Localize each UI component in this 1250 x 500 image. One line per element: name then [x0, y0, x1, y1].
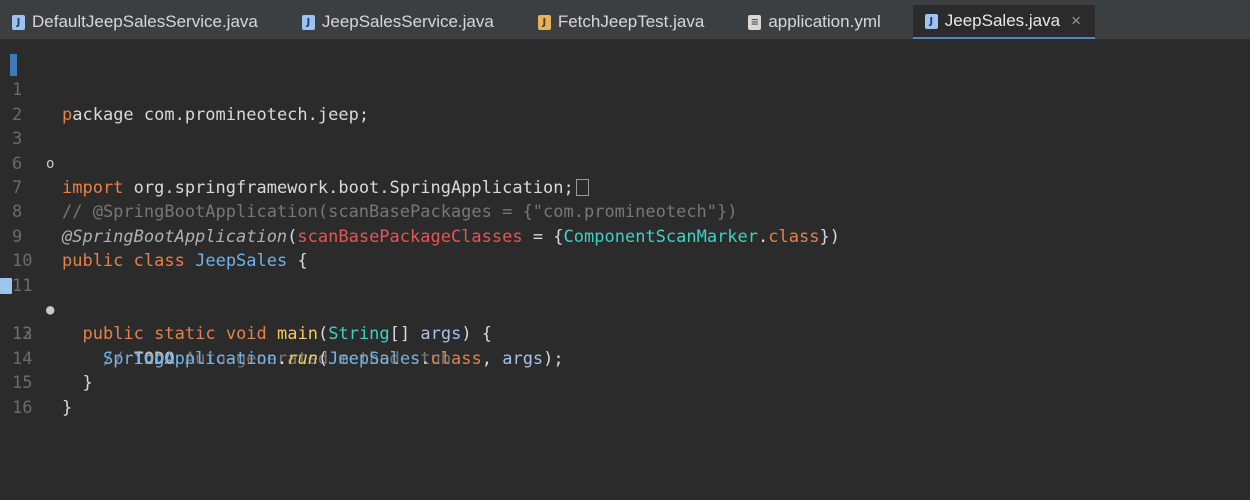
- code-line: 14 }: [0, 322, 1250, 393]
- code-line: 1 package com.promineotech.jeep;: [0, 54, 1250, 124]
- java-file-icon: J: [924, 13, 938, 29]
- tab-fetch-jeep-test[interactable]: J FetchJeepTest.java: [526, 5, 718, 39]
- close-icon[interactable]: ×: [1071, 11, 1081, 31]
- tab-jeep-sales-service[interactable]: J JeepSalesService.java: [290, 5, 508, 39]
- line-number: 16: [12, 397, 33, 418]
- editor-tab-bar: J DefaultJeepSalesService.java J JeepSal…: [0, 0, 1250, 40]
- tab-jeep-sales[interactable]: J JeepSales.java ×: [912, 5, 1096, 39]
- code-line: 6: [0, 127, 1250, 174]
- tab-application-yml[interactable]: ≡ application.yml: [736, 5, 894, 39]
- code-editor[interactable]: 1 package com.promineotech.jeep; 2 3 o i…: [0, 40, 1250, 500]
- tab-default-jeep-sales-service[interactable]: J DefaultJeepSalesService.java: [0, 5, 272, 39]
- code-line: 8 @SpringBootApplication(scanBasePackage…: [0, 176, 1250, 246]
- code-line: 2: [0, 78, 1250, 125]
- java-file-icon: J: [12, 14, 25, 30]
- code-line: 12 // TODO Auto-generated method stub: [0, 274, 1250, 369]
- code-line: 3 o import org.springframework.boot.Spri…: [0, 103, 1250, 198]
- tab-label: JeepSales.java: [944, 11, 1061, 30]
- tab-label: JeepSalesService.java: [321, 12, 494, 31]
- tab-label: application.yml: [768, 12, 881, 31]
- tab-label: FetchJeepTest.java: [557, 12, 705, 31]
- yml-file-icon: ≡: [748, 14, 762, 30]
- code-line: 7 // @SpringBootApplication(scanBasePack…: [0, 152, 1250, 222]
- tab-label: DefaultJeepSalesService.java: [32, 12, 258, 31]
- java-file-icon: J: [301, 14, 315, 30]
- java-test-file-icon: J: [537, 14, 551, 30]
- code-line: 10: [0, 225, 1250, 271]
- code-line: 13 SpringApplication.run(JeepSales.class…: [0, 298, 1250, 368]
- task-marker-icon[interactable]: [0, 277, 12, 294]
- code-line: 9 public class JeepSales {: [0, 200, 1250, 271]
- code-line: 16: [0, 371, 1250, 418]
- line-code: }: [62, 397, 73, 418]
- code-line: 15 }: [0, 347, 1250, 417]
- code-line: 11 ● public static void main(String[] ar…: [0, 249, 1250, 345]
